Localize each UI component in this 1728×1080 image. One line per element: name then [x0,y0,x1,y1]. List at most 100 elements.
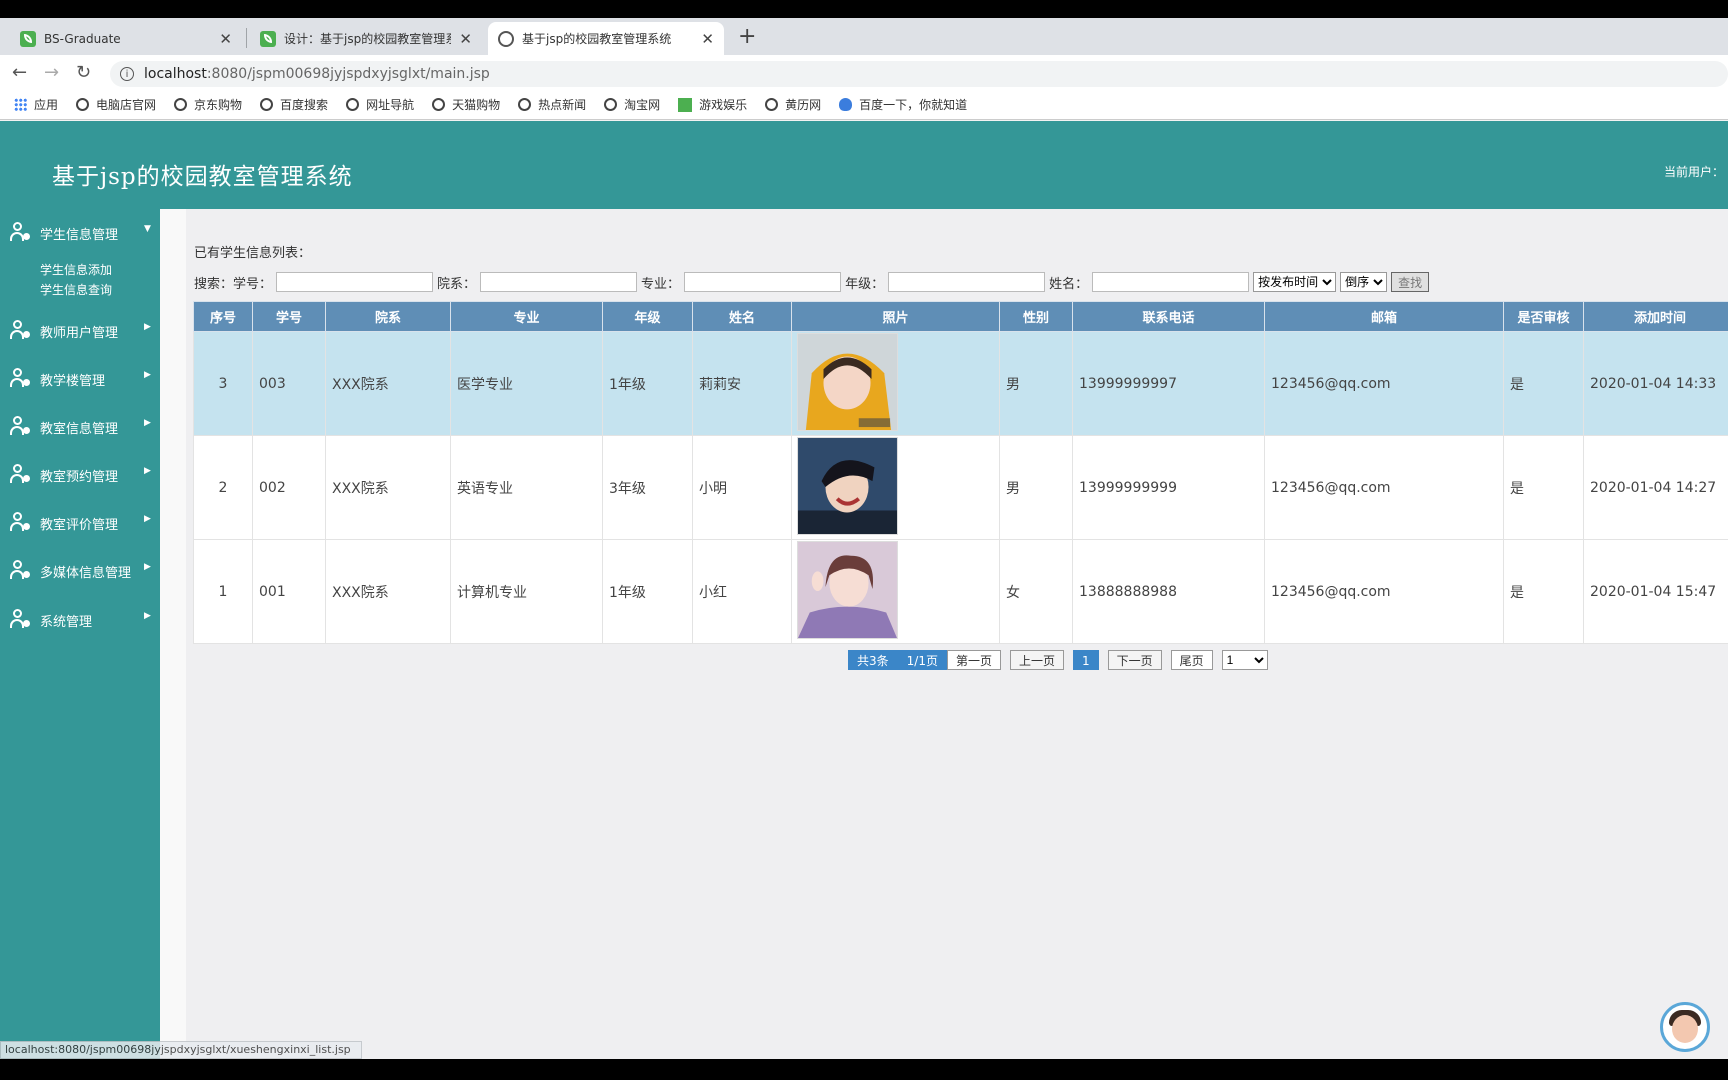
page-jump-select[interactable]: 1 [1221,650,1268,670]
close-icon[interactable]: ✕ [459,30,472,48]
submenu-student-query[interactable]: 学生信息查询 [40,281,112,298]
table-row[interactable]: 3 003 XXX院系 医学专业 1年级 莉莉安 男 13999999997 1… [193,331,1728,436]
prev-page-button[interactable]: 上一页 [1009,650,1064,670]
game-icon [678,97,693,112]
bookmark-label: 百度搜索 [280,98,329,112]
cell-id: 002 [252,435,326,540]
close-icon[interactable]: ✕ [701,30,714,48]
col-header: 是否审核 [1503,301,1584,332]
bookmark-label: 网址导航 [366,98,415,112]
caret-right-icon: ▶ [144,514,151,524]
bookmark-item[interactable]: 黄历网 [765,96,821,113]
tab-title: 基于jsp的校园教室管理系统 [522,32,672,46]
url-field[interactable]: i localhost:8080/jspm00698jyjspdxyjsglxt… [110,61,1728,87]
browser-status-url: localhost:8080/jspm00698jyjspdxyjsglxt/x… [0,1041,362,1059]
browser-tab-1[interactable]: BS-Graduate ✕ [10,22,242,55]
bookmark-item[interactable]: 百度一下，你就知道 [839,96,967,113]
search-input-name[interactable] [1092,272,1250,292]
caret-right-icon: ▶ [144,370,151,380]
globe-icon [604,98,618,111]
cell-id: 003 [252,331,326,436]
bookmark-item[interactable]: 淘宝网 [604,96,660,113]
sort-order-select[interactable]: 倒序 [1340,272,1388,292]
bookmark-item[interactable]: 京东购物 [174,96,242,113]
info-icon[interactable]: i [120,67,134,81]
search-label-grade: 年级： [845,276,885,292]
bookmark-item[interactable]: 热点新闻 [518,96,586,113]
col-header: 联系电话 [1072,301,1265,332]
sidebar-item-student-info[interactable]: 学生信息管理 ▼ [0,219,160,245]
find-button[interactable]: 查找 [1391,272,1430,292]
globe-icon [432,98,446,111]
caret-right-icon: ▶ [144,611,151,621]
current-user-label: 当前用户： [1663,165,1724,179]
tab-separator [246,28,247,48]
table-row[interactable]: 2 002 XXX院系 英语专业 3年级 小明 男 13999999999 12… [193,435,1728,540]
bookmark-item[interactable]: 天猫购物 [432,96,500,113]
sidebar-item-label: 教师用户管理 [40,326,119,341]
table-row[interactable]: 1 001 XXX院系 计算机专业 1年级 小红 女 13888888988 1… [193,539,1728,644]
sidebar-item-multimedia[interactable]: 多媒体信息管理 ▶ [0,557,160,583]
first-page-button[interactable]: 第一页 [946,650,1001,670]
student-photo[interactable] [797,332,898,431]
bookmark-item[interactable]: 百度搜索 [260,96,328,113]
cell-dept: XXX院系 [325,435,451,540]
sidebar-item-teacher[interactable]: 教师用户管理 ▶ [0,317,160,343]
url-path: :8080/jspm00698jyjspdxyjsglxt/main.jsp [206,66,490,82]
sidebar-item-reservation[interactable]: 教室预约管理 ▶ [0,461,160,487]
bookmark-label: 黄历网 [785,98,822,112]
cell-photo [791,331,1000,436]
search-input-grade[interactable] [888,272,1046,292]
cell-dept: XXX院系 [325,539,451,644]
last-page-button[interactable]: 尾页 [1170,650,1213,670]
caret-down-icon: ▼ [144,224,151,234]
submenu-student-add[interactable]: 学生信息添加 [40,261,112,278]
close-icon[interactable]: ✕ [219,30,232,48]
new-tab-button[interactable]: + [738,26,756,48]
bookmark-apps[interactable]: 应用 [14,96,58,113]
sidebar-item-label: 多媒体信息管理 [40,566,132,581]
cell-grade: 1年级 [602,331,693,436]
caret-right-icon: ▶ [144,562,151,572]
student-photo[interactable] [797,540,898,639]
reload-icon[interactable]: ↻ [76,62,91,83]
globe-icon [518,98,532,111]
cell-time: 2020-01-04 15:47 [1583,539,1728,644]
pager: 共3条 1/1页 第一页 上一页 1 下一页 尾页 1 [848,649,1268,671]
browser-tab-2[interactable]: 设计：基于jsp的校园教室管理系 ✕ [250,22,482,55]
next-page-button[interactable]: 下一页 [1107,650,1162,670]
sidebar-item-classroom[interactable]: 教室信息管理 ▶ [0,413,160,439]
search-input-major[interactable] [684,272,842,292]
current-page-button[interactable]: 1 [1073,650,1099,670]
cell-photo [791,539,1000,644]
list-title: 已有学生信息列表： [194,246,312,261]
forward-icon[interactable]: → [44,62,59,83]
bookmark-item[interactable]: 游戏娱乐 [678,96,747,113]
cell-name: 莉莉安 [692,331,792,436]
cell-audited: 是 [1503,331,1584,436]
bookmark-label: 淘宝网 [624,98,661,112]
browser-tab-3-active[interactable]: 基于jsp的校园教室管理系统 ✕ [488,22,724,55]
user-icon [10,416,30,436]
sort-field-select[interactable]: 按发布时间 [1253,272,1337,292]
bookmark-item[interactable]: 网址导航 [346,96,414,113]
bookmark-item[interactable]: 电脑店官网 [76,96,156,113]
col-header: 学号 [252,301,326,332]
user-icon [10,609,30,629]
globe-icon [498,30,514,47]
sidebar-item-system[interactable]: 系统管理 ▶ [0,606,160,632]
floating-avatar[interactable] [1660,1002,1710,1052]
bookmark-label: 热点新闻 [538,98,587,112]
cell-grade: 1年级 [602,539,693,644]
col-header: 照片 [791,301,1000,332]
bookmark-label: 京东购物 [194,98,243,112]
back-icon[interactable]: ← [12,62,27,83]
sidebar-item-building[interactable]: 教学楼管理 ▶ [0,365,160,391]
search-input-id[interactable] [276,272,434,292]
search-input-dept[interactable] [480,272,638,292]
col-header: 专业 [450,301,603,332]
sidebar-item-evaluation[interactable]: 教室评价管理 ▶ [0,509,160,535]
app-header: 基于jsp的校园教室管理系统 当前用户： [0,121,1728,209]
url-host: localhost [144,66,207,82]
student-photo[interactable] [797,436,898,535]
